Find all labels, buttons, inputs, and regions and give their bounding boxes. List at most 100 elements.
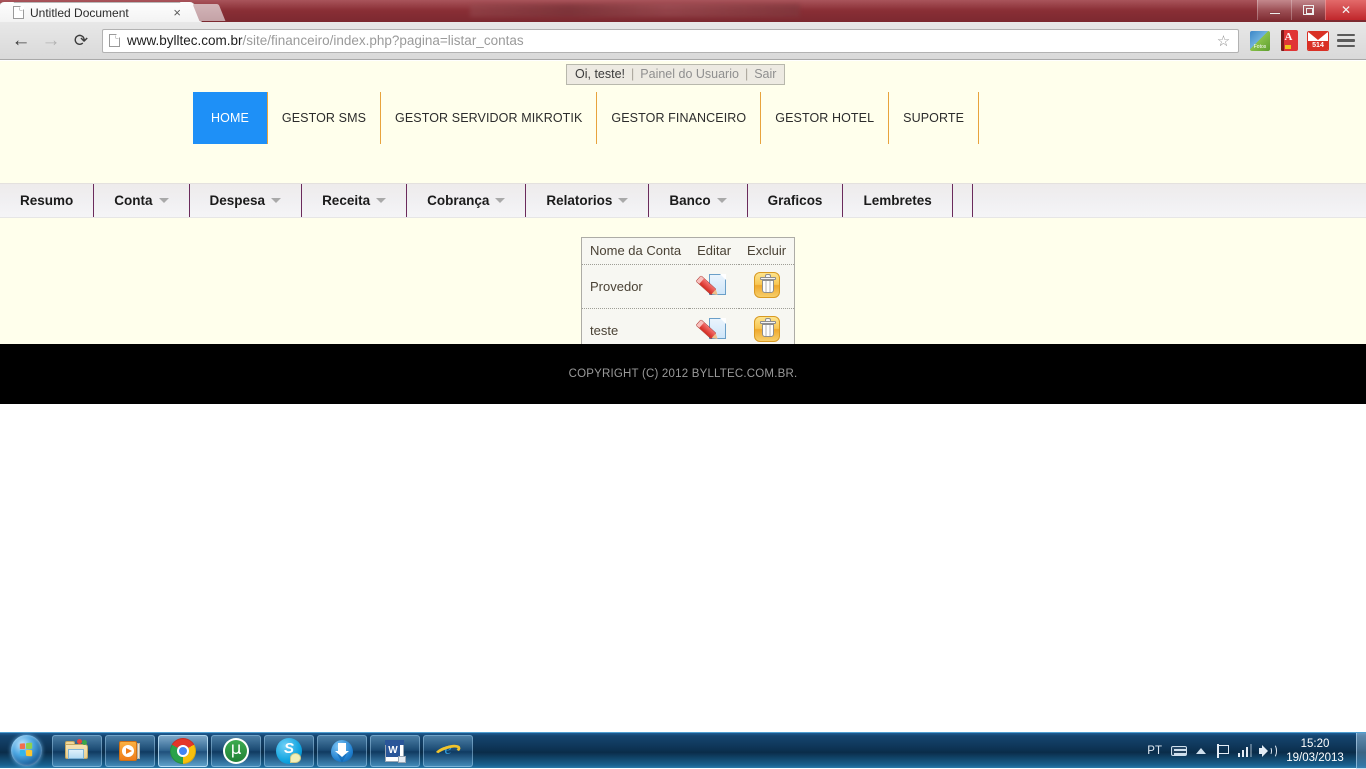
accounts-table-container: Nome da Conta Editar Excluir Provedor	[581, 237, 795, 354]
subnav-label: Resumo	[20, 193, 73, 208]
reload-icon[interactable]: ⟳	[66, 26, 96, 56]
subnav-label: Conta	[114, 193, 152, 208]
utorrent-icon	[223, 738, 249, 764]
forward-icon[interactable]: →	[36, 26, 66, 56]
clock-time: 15:20	[1286, 737, 1344, 751]
edit-pencil-icon[interactable]	[701, 316, 727, 342]
hamburger-menu-icon[interactable]	[1334, 31, 1358, 51]
taskbar-internet-explorer[interactable]: e	[423, 735, 473, 767]
network-signal-icon[interactable]	[1234, 740, 1256, 762]
taskbar-skype[interactable]	[264, 735, 314, 767]
start-button[interactable]	[3, 734, 49, 768]
browser-tab[interactable]: Untitled Document ×	[4, 2, 190, 22]
taskbar-utorrent[interactable]	[211, 735, 261, 767]
table-row: Provedor	[582, 265, 794, 309]
subnav-item-banco[interactable]: Banco	[649, 184, 747, 217]
page-favicon-icon	[13, 6, 24, 19]
table-header-row: Nome da Conta Editar Excluir	[582, 238, 794, 265]
language-indicator[interactable]: PT	[1141, 745, 1168, 757]
close-icon[interactable]: ×	[171, 6, 183, 19]
skype-icon	[276, 738, 302, 764]
download-manager-icon	[329, 738, 355, 764]
background-window-text-blur	[470, 4, 800, 17]
subnav-item-resumo[interactable]: Resumo	[0, 184, 94, 217]
nav-item-gestor-servidor-mikrotik[interactable]: GESTOR SERVIDOR MIKROTIK	[381, 92, 597, 144]
secondary-navigation: Resumo Conta Despesa Receita Cobrança Re…	[0, 183, 1366, 218]
clock[interactable]: 15:20 19/03/2013	[1278, 737, 1354, 765]
subnav-label: Banco	[669, 193, 710, 208]
microsoft-word-icon: W	[382, 738, 408, 764]
subnav-label: Receita	[322, 193, 370, 208]
cell-account-name: Provedor	[582, 265, 689, 309]
subnav-item-cobranca[interactable]: Cobrança	[407, 184, 526, 217]
cell-delete[interactable]	[739, 265, 794, 309]
subnav-trailing-spacer	[953, 184, 973, 217]
userbar-separator-1: |	[631, 67, 634, 81]
page-info-icon	[109, 34, 120, 47]
taskbar-windows-media-player[interactable]	[105, 735, 155, 767]
nav-item-suporte[interactable]: SUPORTE	[889, 92, 979, 144]
dictionary-extension-icon[interactable]	[1276, 28, 1302, 54]
column-header-excluir: Excluir	[739, 238, 794, 265]
nav-item-home[interactable]: HOME	[193, 92, 268, 144]
subnav-item-conta[interactable]: Conta	[94, 184, 189, 217]
url-path: /site/financeiro/index.php?pagina=listar…	[243, 33, 524, 48]
taskbar-windows-explorer[interactable]	[52, 735, 102, 767]
volume-speaker-icon[interactable]	[1256, 740, 1278, 762]
keyboard-icon[interactable]	[1168, 740, 1190, 762]
show-desktop-button[interactable]	[1356, 733, 1366, 769]
subnav-item-receita[interactable]: Receita	[302, 184, 407, 217]
subnav-label: Cobrança	[427, 193, 489, 208]
close-window-button[interactable]: ✕	[1325, 0, 1366, 20]
user-status-bar: Oi, teste! | Painel do Usuario | Sair	[566, 64, 785, 85]
windows-media-player-icon	[117, 738, 143, 764]
action-flag-icon[interactable]	[1212, 740, 1234, 762]
windows-explorer-icon	[64, 738, 90, 764]
minimize-button[interactable]	[1257, 0, 1291, 20]
photo-extension-icon[interactable]	[1247, 28, 1273, 54]
url-host: www.bylltec.com.br	[127, 33, 243, 48]
window-titlebar: Untitled Document × ✕	[0, 0, 1366, 22]
gmail-extension-icon[interactable]: 514	[1305, 28, 1331, 54]
nav-item-gestor-financeiro[interactable]: GESTOR FINANCEIRO	[597, 92, 761, 144]
taskbar-download-manager[interactable]	[317, 735, 367, 767]
clock-date: 19/03/2013	[1286, 751, 1344, 765]
bookmark-star-icon[interactable]: ☆	[1215, 33, 1232, 50]
column-header-editar: Editar	[689, 238, 739, 265]
edit-pencil-icon[interactable]	[701, 272, 727, 298]
gmail-unread-badge: 514	[1308, 41, 1328, 50]
tab-left-edge	[0, 2, 14, 22]
nav-item-gestor-sms[interactable]: GESTOR SMS	[268, 92, 381, 144]
address-bar[interactable]: www.bylltec.com.br/site/financeiro/index…	[102, 29, 1239, 53]
trash-can-icon[interactable]	[754, 316, 780, 342]
logout-link[interactable]: Sair	[754, 67, 776, 81]
chevron-down-icon	[159, 198, 169, 203]
subnav-item-lembretes[interactable]: Lembretes	[843, 184, 952, 217]
maximize-button[interactable]	[1291, 0, 1325, 20]
subnav-label: Lembretes	[863, 193, 931, 208]
cell-edit[interactable]	[689, 265, 739, 309]
subnav-label: Despesa	[210, 193, 266, 208]
taskbar-google-chrome[interactable]	[158, 735, 208, 767]
subnav-item-graficos[interactable]: Graficos	[748, 184, 844, 217]
back-icon[interactable]: ←	[6, 26, 36, 56]
chevron-down-icon	[495, 198, 505, 203]
window-controls: ✕	[1257, 0, 1366, 20]
user-panel-link[interactable]: Painel do Usuario	[640, 67, 739, 81]
internet-explorer-icon: e	[435, 738, 461, 764]
google-chrome-icon	[170, 738, 196, 764]
userbar-separator-2: |	[745, 67, 748, 81]
page-content: Oi, teste! | Painel do Usuario | Sair HO…	[0, 61, 1366, 404]
show-hidden-icons-arrow[interactable]	[1190, 740, 1212, 762]
taskbar-microsoft-word[interactable]: W	[370, 735, 420, 767]
accounts-table: Nome da Conta Editar Excluir Provedor	[582, 238, 794, 353]
trash-can-icon[interactable]	[754, 272, 780, 298]
subnav-item-despesa[interactable]: Despesa	[190, 184, 303, 217]
windows-taskbar: W e PT 15:20 19/03/2013	[0, 732, 1366, 768]
chevron-down-icon	[376, 198, 386, 203]
copyright-text: COPYRIGHT (C) 2012 BYLLTEC.COM.BR.	[569, 368, 798, 380]
nav-item-gestor-hotel[interactable]: GESTOR HOTEL	[761, 92, 889, 144]
column-header-nome-da-conta: Nome da Conta	[582, 238, 689, 265]
subnav-item-relatorios[interactable]: Relatorios	[526, 184, 649, 217]
user-greeting: Oi, teste!	[575, 67, 625, 81]
